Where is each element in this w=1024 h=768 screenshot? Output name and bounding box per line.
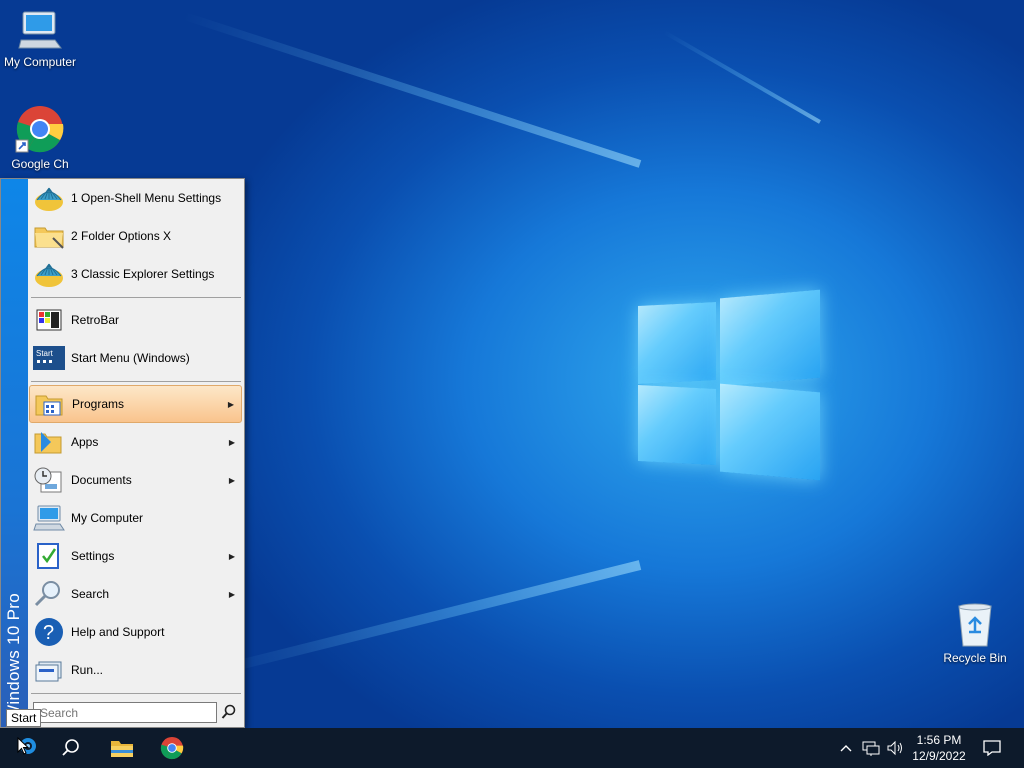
- svg-text:Start: Start: [36, 349, 54, 358]
- apps-icon: [33, 426, 65, 458]
- desktop-icon-label: Google Ch: [11, 157, 69, 171]
- menu-item-apps[interactable]: Apps ▶: [29, 423, 242, 461]
- menu-item-label: 2 Folder Options X: [71, 229, 172, 243]
- menu-separator: [31, 381, 241, 382]
- menu-item-label: Run...: [71, 663, 104, 677]
- start-menu: Windows 10 Pro 1 Open-Shell Menu Setting…: [0, 178, 245, 728]
- chevron-up-icon: [840, 745, 852, 752]
- banner-text: Windows 10 Pro: [4, 593, 23, 721]
- chrome-button[interactable]: [149, 728, 195, 768]
- documents-icon: [33, 464, 65, 496]
- notification-icon: [983, 740, 1001, 756]
- start-menu-search-input[interactable]: [33, 702, 217, 723]
- computer-icon: [33, 502, 65, 534]
- retrobar-icon: [33, 304, 65, 336]
- windows-logo: [636, 289, 822, 481]
- desktop-icon-label: Recycle Bin: [943, 651, 1007, 665]
- chrome-icon: [160, 736, 184, 760]
- show-hidden-icons-chevron[interactable]: [836, 728, 856, 768]
- submenu-arrow-icon: ▶: [227, 399, 234, 409]
- mouse-cursor-icon: [17, 737, 29, 755]
- menu-item-label: Start Menu (Windows): [71, 351, 190, 365]
- menu-item-run[interactable]: Run...: [29, 651, 242, 689]
- submenu-arrow-icon: ▶: [228, 475, 235, 485]
- desktop-icon-google-chrome[interactable]: Google Ch: [0, 104, 80, 171]
- menu-item-classic-explorer-settings[interactable]: 3 Classic Explorer Settings: [29, 255, 242, 293]
- search-icon: [33, 578, 65, 610]
- menu-item-settings[interactable]: Settings ▶: [29, 537, 242, 575]
- menu-item-label: Apps: [71, 435, 99, 449]
- menu-item-folder-options[interactable]: 2 Folder Options X: [29, 217, 242, 255]
- search-button[interactable]: [48, 728, 94, 768]
- menu-item-label: Settings: [71, 549, 115, 563]
- menu-item-help-and-support[interactable]: ? Help and Support: [29, 613, 242, 651]
- menu-item-open-shell-settings[interactable]: 1 Open-Shell Menu Settings: [29, 179, 242, 217]
- menu-item-label: RetroBar: [71, 313, 120, 327]
- desktop-icon-label: My Computer: [3, 55, 77, 69]
- menu-item-retrobar[interactable]: RetroBar: [29, 301, 242, 339]
- run-icon: [33, 654, 65, 686]
- network-icon[interactable]: [860, 728, 882, 768]
- start-tooltip: Start: [6, 709, 42, 727]
- clock[interactable]: 1:56 PM 12/9/2022: [906, 732, 972, 764]
- programs-icon: [34, 388, 66, 420]
- search-icon[interactable]: [221, 704, 237, 720]
- menu-separator: [31, 693, 241, 694]
- menu-item-my-computer[interactable]: My Computer: [29, 499, 242, 537]
- clock-time: 1:56 PM: [916, 733, 962, 747]
- menu-item-label: 1 Open-Shell Menu Settings: [71, 191, 222, 205]
- menu-item-label: My Computer: [71, 511, 144, 525]
- settings-icon: [33, 540, 65, 572]
- open-shell-icon: [33, 182, 65, 214]
- clock-date: 12/9/2022: [912, 749, 966, 763]
- menu-item-label: Programs: [72, 397, 125, 411]
- menu-item-documents[interactable]: Documents ▶: [29, 461, 242, 499]
- chrome-icon: [15, 106, 64, 153]
- menu-separator: [31, 297, 241, 298]
- taskbar: 1:56 PM 12/9/2022: [0, 728, 1024, 768]
- svg-text:?: ?: [43, 622, 54, 644]
- menu-item-label: Documents: [71, 473, 132, 487]
- desktop-icon-my-computer[interactable]: My Computer: [0, 8, 80, 69]
- submenu-arrow-icon: ▶: [228, 551, 235, 561]
- menu-item-label: Help and Support: [71, 625, 165, 639]
- menu-item-label: Search: [71, 587, 110, 601]
- open-shell-icon: [33, 258, 65, 290]
- file-explorer-button[interactable]: [99, 728, 145, 768]
- recycle-bin-icon: [958, 603, 992, 647]
- start-menu-icon: Start: [33, 342, 65, 374]
- menu-item-label: 3 Classic Explorer Settings: [71, 267, 215, 281]
- desktop-icon-recycle-bin[interactable]: Recycle Bin: [935, 602, 1015, 665]
- menu-item-programs[interactable]: Programs ▶: [29, 385, 242, 423]
- menu-item-start-menu-windows[interactable]: Start Start Menu (Windows): [29, 339, 242, 377]
- menu-item-search[interactable]: Search ▶: [29, 575, 242, 613]
- search-icon: [62, 739, 79, 756]
- submenu-arrow-icon: ▶: [228, 589, 235, 599]
- computer-icon: [18, 11, 62, 49]
- start-menu-banner: Windows 10 Pro: [1, 179, 28, 727]
- folder-options-icon: [33, 220, 65, 252]
- help-icon: ?: [33, 616, 65, 648]
- submenu-arrow-icon: ▶: [228, 437, 235, 447]
- notification-button[interactable]: [978, 728, 1006, 768]
- volume-icon[interactable]: [884, 728, 906, 768]
- folder-icon: [111, 741, 133, 757]
